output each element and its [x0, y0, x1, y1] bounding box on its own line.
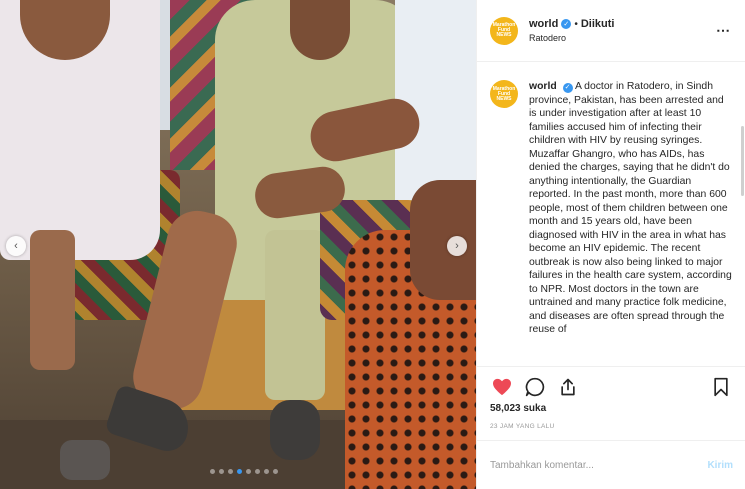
carousel-indicator — [210, 469, 278, 474]
avatar-logo-text: Marathon Fund NEWS — [492, 85, 516, 102]
avatar-logo-text: Marathon Fund NEWS — [492, 22, 516, 38]
photo-right-child-face — [410, 180, 476, 300]
post-side-panel: Marathon Fund NEWS world ✓ • Diikuti Rat… — [476, 0, 745, 489]
caption-username-link[interactable]: world — [529, 81, 557, 92]
like-count[interactable]: 58,023 suka — [490, 403, 546, 414]
share-icon — [561, 378, 575, 395]
photo-left-child-legs — [30, 230, 75, 370]
post-header: Marathon Fund NEWS world ✓ • Diikuti Rat… — [477, 0, 745, 62]
photo-sandal — [60, 440, 110, 480]
post-actions — [477, 366, 745, 406]
more-options-icon[interactable]: ⋯ — [716, 22, 731, 39]
username-link[interactable]: world — [529, 18, 558, 30]
photo-sandal — [270, 400, 320, 460]
like-button[interactable] — [490, 375, 514, 399]
carousel-dot — [219, 469, 224, 474]
photo-white-garment — [395, 0, 476, 200]
verified-badge-icon: ✓ — [562, 82, 573, 93]
carousel-dot — [255, 469, 260, 474]
caption-scrollbar[interactable] — [741, 126, 744, 196]
comment-bar: Kirim — [477, 440, 745, 489]
location-link[interactable]: Ratodero — [529, 33, 716, 43]
carousel-dot — [273, 469, 278, 474]
chevron-left-icon: ‹ — [14, 240, 18, 252]
post-timestamp[interactable]: 23 JAM YANG LALU — [490, 423, 555, 430]
photo-green-child-face — [290, 0, 350, 60]
comment-input[interactable] — [490, 459, 708, 471]
caption-section: Marathon Fund NEWS world ✓ A doctor in R… — [477, 62, 745, 365]
bookmark-icon — [714, 377, 728, 396]
carousel-dot — [264, 469, 269, 474]
separator-dot: • — [574, 18, 578, 30]
verified-badge-icon: ✓ — [561, 19, 572, 29]
comment-button[interactable] — [523, 375, 547, 399]
carousel-dot — [210, 469, 215, 474]
caption: world ✓ A doctor in Ratodero, in Sindh p… — [529, 80, 732, 365]
carousel-prev-button[interactable]: ‹ — [6, 236, 26, 256]
carousel-dot — [228, 469, 233, 474]
caption-avatar[interactable]: Marathon Fund NEWS — [490, 80, 518, 108]
comment-icon — [525, 377, 545, 396]
carousel-dot — [237, 469, 242, 474]
carousel-dot — [246, 469, 251, 474]
save-button[interactable] — [709, 375, 733, 399]
share-button[interactable] — [556, 375, 580, 399]
caption-text: A doctor in Ratodero, in Sindh province,… — [529, 81, 732, 335]
photo-green-child-legs — [265, 230, 325, 400]
avatar[interactable]: Marathon Fund NEWS — [490, 16, 518, 45]
post-comment-button[interactable]: Kirim — [707, 460, 733, 471]
heart-icon — [493, 378, 511, 395]
chevron-right-icon: › — [455, 240, 459, 252]
carousel-next-button[interactable]: › — [447, 236, 467, 256]
post-photo[interactable]: ‹ › — [0, 0, 476, 489]
following-button[interactable]: Diikuti — [581, 18, 615, 30]
